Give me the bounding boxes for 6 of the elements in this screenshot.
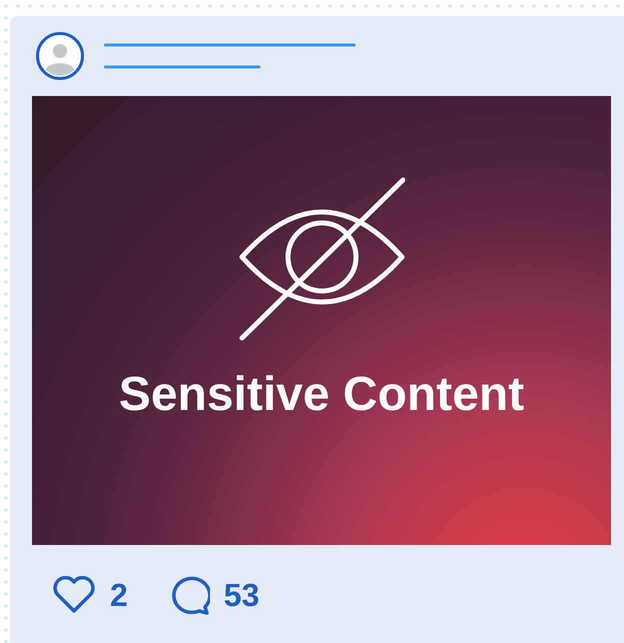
avatar-icon	[36, 32, 84, 80]
heart-icon	[52, 576, 96, 614]
comment-button[interactable]: 53	[168, 575, 260, 615]
like-button[interactable]: 2	[52, 576, 128, 614]
overlay-title: Sensitive Content	[118, 371, 524, 419]
eye-slash-icon	[238, 177, 404, 341]
